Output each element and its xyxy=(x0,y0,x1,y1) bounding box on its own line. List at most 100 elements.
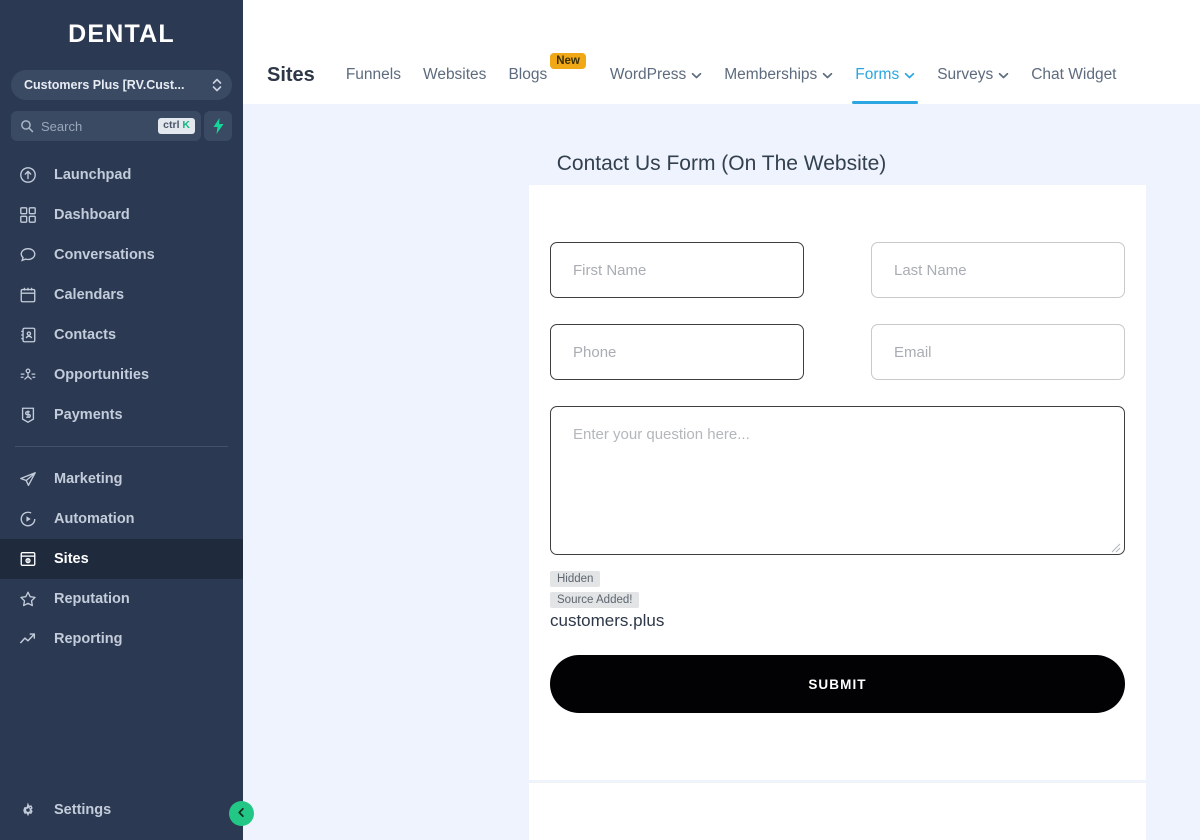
sidebar-item-label: Opportunities xyxy=(54,367,150,383)
tab-label: Blogs xyxy=(508,66,548,83)
phone-field[interactable]: Phone xyxy=(550,324,804,380)
first-name-placeholder: First Name xyxy=(573,261,647,279)
sidebar-item-label: Contacts xyxy=(54,327,117,343)
sidebar-item-label: Conversations xyxy=(54,247,155,263)
source-badge-wrap: Source Added! xyxy=(550,587,1125,608)
search-input[interactable]: Search ctrl K xyxy=(11,111,201,141)
sidebar-item-opportunities[interactable]: Opportunities xyxy=(0,355,243,395)
hidden-badge-wrap: Hidden xyxy=(550,569,1125,587)
tab-label: Memberships xyxy=(724,66,818,83)
sidebar-item-reporting[interactable]: Reporting xyxy=(0,619,243,659)
search-placeholder: Search xyxy=(41,118,83,134)
sidebar-item-calendars[interactable]: Calendars xyxy=(0,275,243,315)
sidebar-item-label: Settings xyxy=(54,802,112,818)
trend-up-icon xyxy=(18,630,38,648)
location-selector-label: Customers Plus [RV.Cust... xyxy=(24,78,185,92)
form-card-footer-panel xyxy=(529,782,1146,840)
lightning-bolt-icon[interactable] xyxy=(204,111,232,141)
tab-label: Surveys xyxy=(937,66,994,83)
phone-placeholder: Phone xyxy=(573,343,617,361)
new-badge: New xyxy=(550,53,586,69)
name-row: First Name Last Name xyxy=(550,242,1125,298)
top-navigation-tabs: Sites Funnels Websites Blogs New WordPre… xyxy=(243,46,1200,104)
payments-icon xyxy=(18,406,38,424)
sidebar-item-label: Calendars xyxy=(54,287,125,303)
sidebar-item-reputation[interactable]: Reputation xyxy=(0,579,243,619)
rocket-launch-icon xyxy=(18,166,38,184)
form-fields: First Name Last Name Phone Email Enter y… xyxy=(529,185,1146,713)
last-name-field[interactable]: Last Name xyxy=(871,242,1125,298)
hidden-field-block: Hidden Source Added! customers.plus xyxy=(550,569,1125,631)
sidebar-collapse-button[interactable] xyxy=(229,801,254,826)
brand-title: DENTAL xyxy=(68,19,175,48)
location-selector[interactable]: Customers Plus [RV.Cust... xyxy=(11,70,232,100)
source-added-badge: Source Added! xyxy=(550,592,640,608)
sidebar-item-marketing[interactable]: Marketing xyxy=(0,459,243,499)
sidebar-item-label: Dashboard xyxy=(54,207,130,223)
first-name-field[interactable]: First Name xyxy=(550,242,804,298)
paper-plane-icon xyxy=(18,470,38,488)
shortcut-key: K xyxy=(182,119,190,132)
updown-chevrons-icon xyxy=(212,77,222,93)
app-root: DENTAL Customers Plus [RV.Cust... Search… xyxy=(0,0,1200,840)
question-textarea[interactable]: Enter your question here... xyxy=(550,406,1125,555)
chevron-down-icon xyxy=(822,72,833,79)
grid-dashboard-icon xyxy=(18,206,38,224)
form-title: Contact Us Form (On The Website) xyxy=(243,104,1200,176)
contact-row: Phone Email xyxy=(550,324,1125,380)
tab-label: Chat Widget xyxy=(1031,66,1117,83)
tab-wordpress[interactable]: WordPress xyxy=(599,46,713,104)
search-icon xyxy=(20,119,34,133)
tab-chat-widget[interactable]: Chat Widget xyxy=(1020,46,1127,104)
opportunities-icon xyxy=(18,366,38,384)
question-placeholder: Enter your question here... xyxy=(573,426,750,443)
page-title-label: Sites xyxy=(267,63,315,86)
chevron-down-icon xyxy=(998,72,1009,79)
tab-forms[interactable]: Forms xyxy=(844,46,926,104)
submit-button[interactable]: SUBMIT xyxy=(550,655,1125,713)
sidebar-item-launchpad[interactable]: Launchpad xyxy=(0,155,243,195)
tab-label: Forms xyxy=(855,66,900,83)
search-row: Search ctrl K xyxy=(11,111,232,141)
sidebar-item-label: Sites xyxy=(54,551,89,567)
tab-websites[interactable]: Websites xyxy=(412,46,497,104)
tab-label: Websites xyxy=(422,66,487,83)
sidebar-item-label: Reporting xyxy=(54,631,123,647)
calendar-icon xyxy=(18,286,38,304)
tab-memberships[interactable]: Memberships xyxy=(713,46,844,104)
sidebar-item-sites[interactable]: Sites xyxy=(0,539,243,579)
brand-logo: DENTAL xyxy=(0,0,243,68)
sidebar: DENTAL Customers Plus [RV.Cust... Search… xyxy=(0,0,254,840)
tab-surveys[interactable]: Surveys xyxy=(926,46,1020,104)
sidebar-item-automation[interactable]: Automation xyxy=(0,499,243,539)
chevron-down-icon xyxy=(691,72,702,79)
form-card: First Name Last Name Phone Email Enter y… xyxy=(529,185,1146,780)
sidebar-item-label: Marketing xyxy=(54,471,123,487)
star-icon xyxy=(18,590,38,608)
sidebar-item-label: Automation xyxy=(54,511,135,527)
sidebar-item-payments[interactable]: Payments xyxy=(0,395,243,435)
chevron-down-icon xyxy=(904,72,915,79)
sidebar-divider xyxy=(15,446,228,447)
play-circle-icon xyxy=(18,510,38,528)
email-field[interactable]: Email xyxy=(871,324,1125,380)
sidebar-nav: Launchpad Dashboard Conversations Calend… xyxy=(0,155,243,790)
search-shortcut-badge: ctrl K xyxy=(158,118,195,134)
tab-blogs[interactable]: Blogs New xyxy=(497,46,598,104)
form-title-label: Contact Us Form (On The Website) xyxy=(556,152,887,175)
gear-icon xyxy=(18,801,38,819)
sidebar-item-contacts[interactable]: Contacts xyxy=(0,315,243,355)
sidebar-item-settings[interactable]: Settings xyxy=(0,790,243,830)
page-title: Sites xyxy=(256,46,335,104)
hidden-badge: Hidden xyxy=(550,571,601,587)
tab-funnels[interactable]: Funnels xyxy=(335,46,412,104)
form-preview-canvas: Contact Us Form (On The Website) First N… xyxy=(243,104,1200,840)
top-navigation: Sites Funnels Websites Blogs New WordPre… xyxy=(243,0,1200,104)
resize-handle-icon[interactable] xyxy=(1110,540,1121,553)
email-placeholder: Email xyxy=(894,343,932,361)
sidebar-item-conversations[interactable]: Conversations xyxy=(0,235,243,275)
sidebar-item-label: Payments xyxy=(54,407,123,423)
shortcut-mod: ctrl xyxy=(163,119,183,132)
sidebar-item-dashboard[interactable]: Dashboard xyxy=(0,195,243,235)
last-name-placeholder: Last Name xyxy=(894,261,967,279)
